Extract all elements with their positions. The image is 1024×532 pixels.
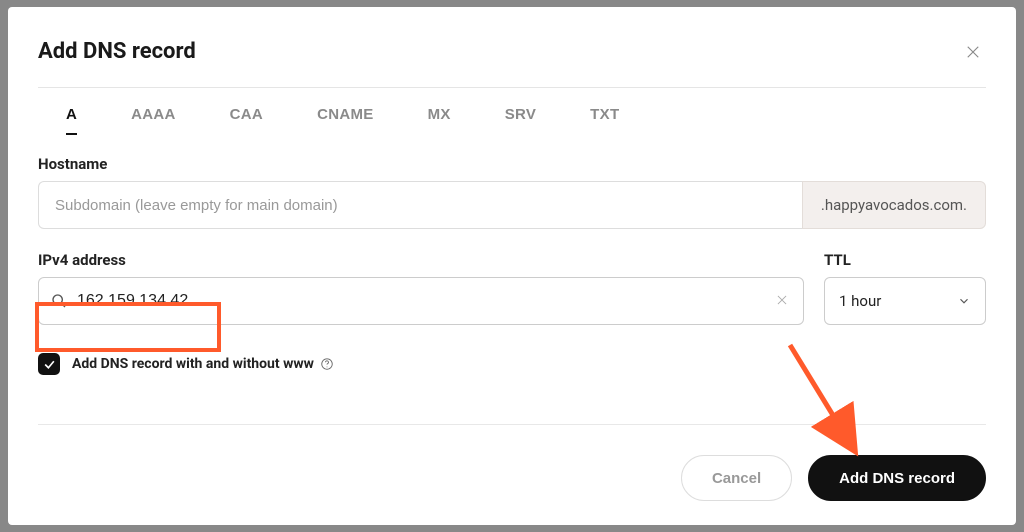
www-checkbox-row: Add DNS record with and without www: [38, 353, 986, 375]
tab-caa[interactable]: CAA: [230, 106, 263, 135]
close-icon: [964, 43, 982, 61]
tab-a[interactable]: A: [66, 106, 77, 135]
hostname-field: Hostname .happyavocados.com.: [38, 155, 986, 229]
close-button[interactable]: [960, 39, 986, 67]
tab-txt[interactable]: TXT: [590, 106, 619, 135]
tab-mx[interactable]: MX: [428, 106, 451, 135]
ipv4-input-wrapper: [38, 277, 804, 325]
x-icon: [775, 293, 789, 307]
hostname-input[interactable]: [38, 181, 802, 229]
search-icon: [51, 293, 67, 309]
ttl-select[interactable]: 1 hour: [824, 277, 986, 325]
modal-header: Add DNS record: [38, 39, 986, 67]
modal-title: Add DNS record: [38, 39, 196, 64]
record-type-tabs: A AAAA CAA CNAME MX SRV TXT: [38, 88, 986, 135]
ttl-value: 1 hour: [839, 292, 881, 310]
ipv4-input[interactable]: [67, 292, 773, 310]
ipv4-field: IPv4 address: [38, 251, 804, 325]
ttl-label: TTL: [824, 251, 986, 269]
clear-ipv4-button[interactable]: [773, 291, 791, 312]
modal-footer: Cancel Add DNS record: [38, 424, 986, 501]
ip-ttl-row: IPv4 address TTL 1 hour: [38, 251, 986, 325]
chevron-down-icon: [957, 294, 971, 308]
ipv4-label: IPv4 address: [38, 251, 804, 269]
tab-aaaa[interactable]: AAAA: [131, 106, 176, 135]
hostname-label: Hostname: [38, 155, 986, 173]
tab-srv[interactable]: SRV: [505, 106, 536, 135]
cancel-button[interactable]: Cancel: [681, 455, 792, 501]
www-checkbox-label: Add DNS record with and without www: [72, 356, 334, 372]
tab-cname[interactable]: CNAME: [317, 106, 374, 135]
check-icon: [43, 358, 56, 371]
domain-suffix: .happyavocados.com.: [802, 181, 986, 229]
help-icon[interactable]: [320, 357, 334, 371]
www-checkbox[interactable]: [38, 353, 60, 375]
add-dns-record-modal: Add DNS record A AAAA CAA CNAME MX SRV T…: [8, 7, 1016, 525]
submit-button[interactable]: Add DNS record: [808, 455, 986, 501]
hostname-input-group: .happyavocados.com.: [38, 181, 986, 229]
www-checkbox-text: Add DNS record with and without www: [72, 356, 314, 372]
ttl-field: TTL 1 hour: [824, 251, 986, 325]
